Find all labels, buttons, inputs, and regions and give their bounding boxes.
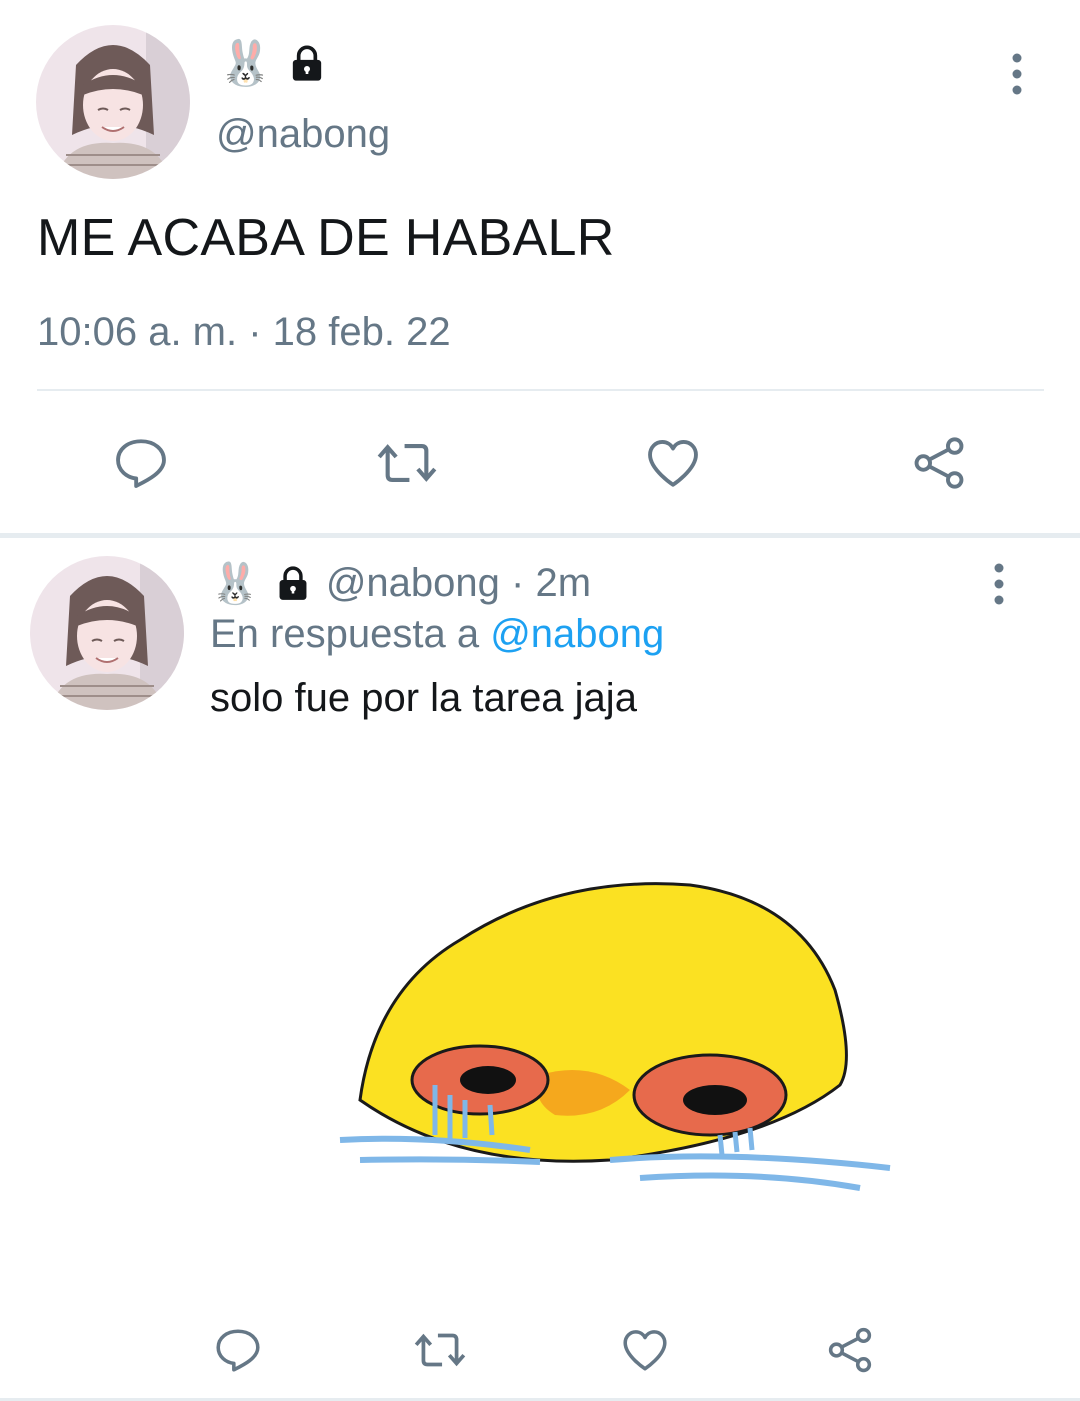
reply-context: En respuesta a @nabong: [210, 612, 664, 657]
share-icon[interactable]: [824, 1324, 876, 1376]
tweet-text: solo fue por la tarea jaja: [210, 676, 637, 720]
rabbit-emoji: 🐰: [210, 562, 260, 606]
reply-prefix: En respuesta a: [210, 612, 491, 656]
retweet-icon[interactable]: [372, 432, 442, 494]
more-vertical-icon[interactable]: [1000, 52, 1034, 96]
share-icon[interactable]: [908, 432, 970, 494]
relative-time[interactable]: 2m: [535, 561, 591, 606]
reply-header: 🐰 @nabong · 2m: [210, 560, 591, 607]
main-tweet[interactable]: 🐰 @nabong ME ACABA DE HABALR 10:06 a. m.…: [0, 0, 1080, 533]
reply-icon[interactable]: [212, 1324, 264, 1376]
lock-icon: [287, 44, 327, 84]
like-icon[interactable]: [618, 1324, 672, 1376]
avatar[interactable]: [30, 556, 184, 710]
tweet-timestamp[interactable]: 10:06 a. m. · 18 feb. 22: [37, 310, 451, 355]
retweet-icon[interactable]: [410, 1324, 470, 1376]
reply-icon[interactable]: [110, 432, 172, 494]
user-handle[interactable]: @nabong: [326, 561, 500, 606]
like-icon[interactable]: [642, 432, 704, 494]
user-handle[interactable]: @nabong: [216, 112, 390, 157]
avatar[interactable]: [36, 25, 190, 179]
reply-to-link[interactable]: @nabong: [490, 612, 664, 656]
tweet-separator: [0, 533, 1080, 538]
rabbit-emoji: 🐰: [218, 39, 273, 88]
more-vertical-icon[interactable]: [982, 562, 1016, 606]
lock-icon: [274, 565, 312, 603]
attached-image[interactable]: [210, 740, 1046, 1300]
divider: [37, 389, 1044, 391]
tweet-text: ME ACABA DE HABALR: [37, 209, 615, 267]
time-separator: ·: [499, 561, 536, 605]
